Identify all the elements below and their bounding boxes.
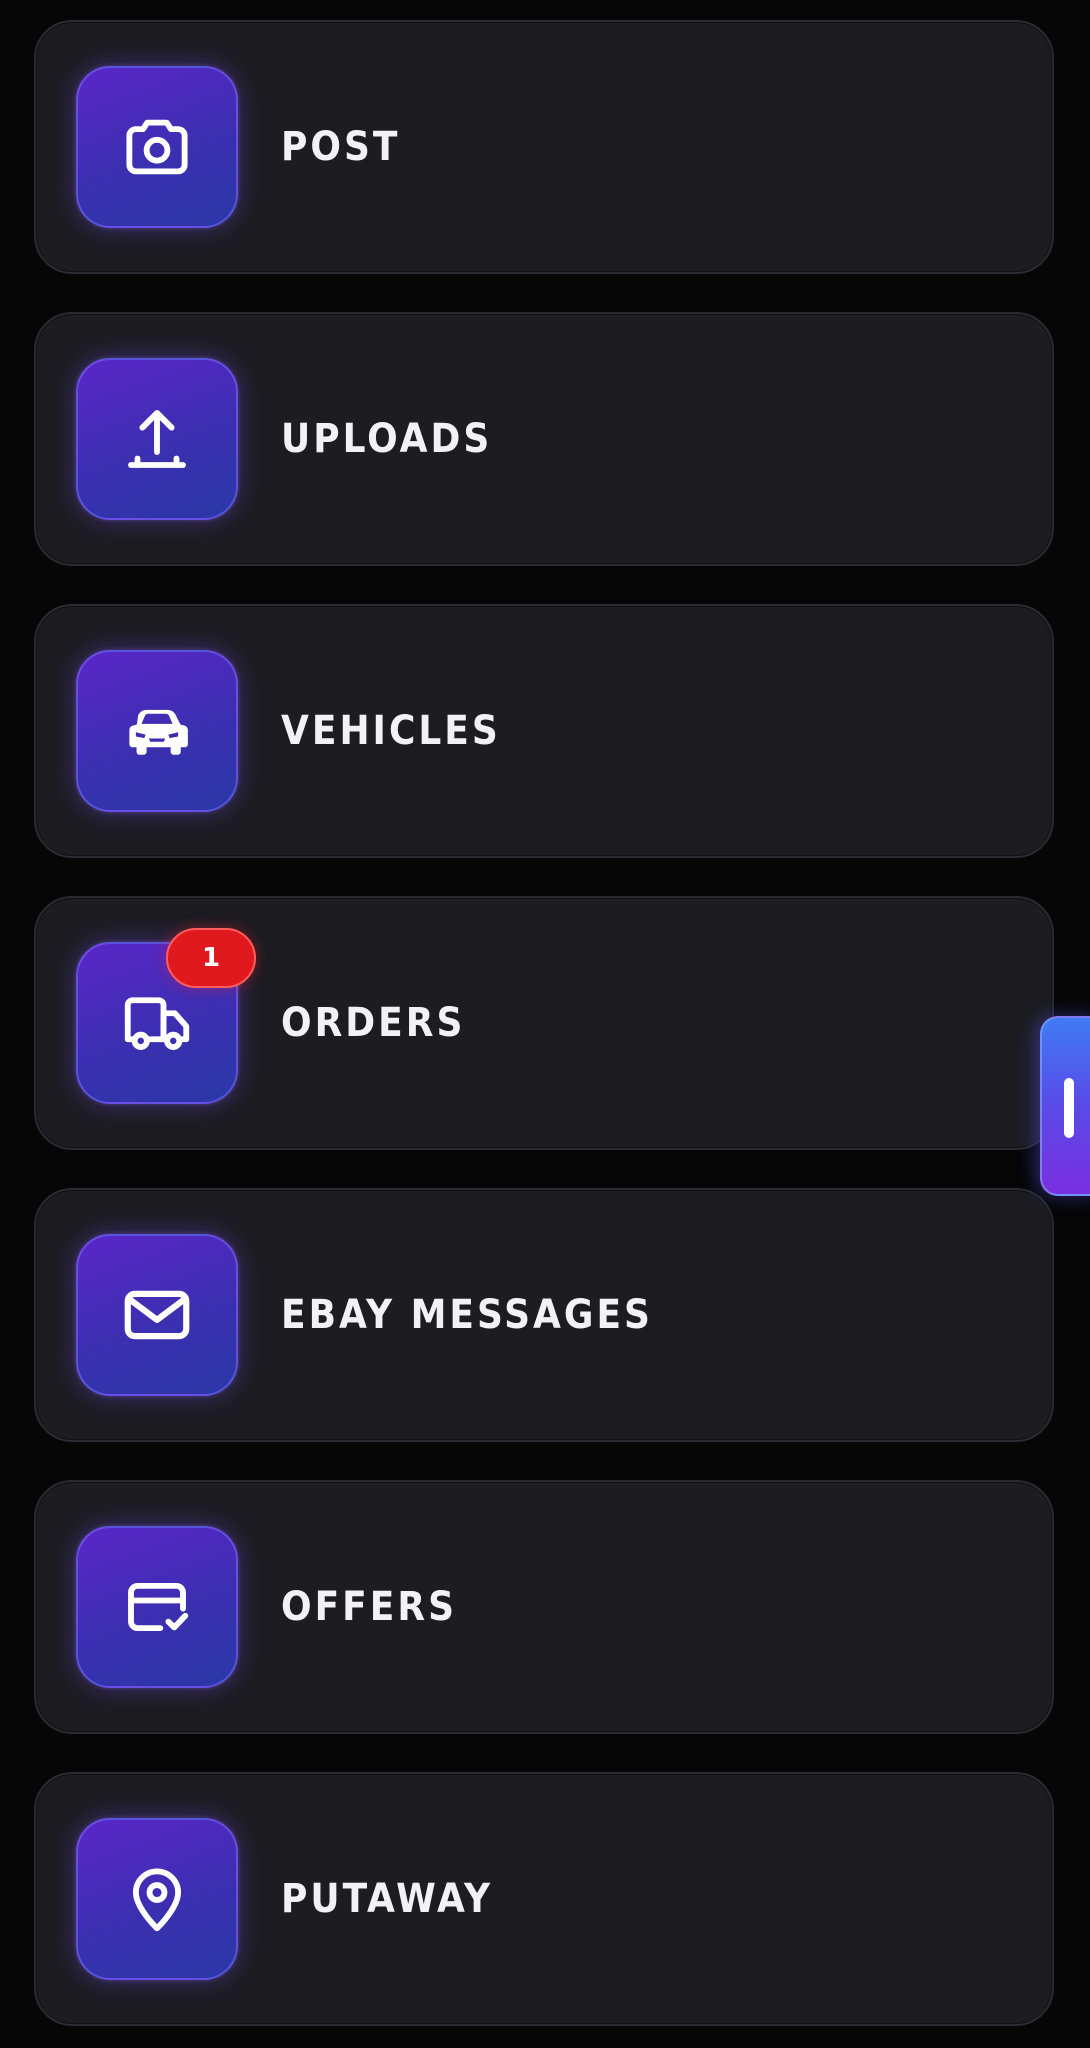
- car-icon: [76, 650, 238, 812]
- menu-item-offers[interactable]: OFFERS: [34, 1480, 1054, 1734]
- upload-icon: [76, 358, 238, 520]
- menu-item-label: VEHICLES: [281, 708, 501, 754]
- menu-item-vehicles[interactable]: VEHICLES: [34, 604, 1054, 858]
- main-menu: POST UPLOADS VEHICLES 1 ORDERS EBAY MESS…: [34, 20, 1056, 2048]
- orders-count-badge: 1: [166, 928, 256, 988]
- menu-item-label: PUTAWAY: [281, 1876, 494, 1922]
- menu-item-label: ORDERS: [281, 1000, 466, 1046]
- menu-item-orders[interactable]: 1 ORDERS: [34, 896, 1054, 1150]
- menu-item-post[interactable]: POST: [34, 20, 1054, 274]
- menu-item-uploads[interactable]: UPLOADS: [34, 312, 1054, 566]
- mail-icon: [76, 1234, 238, 1396]
- map-pin-icon: [76, 1818, 238, 1980]
- menu-item-ebay-messages[interactable]: EBAY MESSAGES: [34, 1188, 1054, 1442]
- handle-grip: [1064, 1078, 1074, 1138]
- card-check-icon: [76, 1526, 238, 1688]
- menu-item-label: EBAY MESSAGES: [281, 1292, 653, 1338]
- menu-item-label: UPLOADS: [281, 416, 493, 462]
- side-drawer-handle[interactable]: [1040, 1016, 1090, 1196]
- menu-item-label: OFFERS: [281, 1584, 457, 1630]
- menu-item-putaway[interactable]: PUTAWAY: [34, 1772, 1054, 2026]
- menu-item-label: POST: [281, 124, 401, 170]
- camera-icon: [76, 66, 238, 228]
